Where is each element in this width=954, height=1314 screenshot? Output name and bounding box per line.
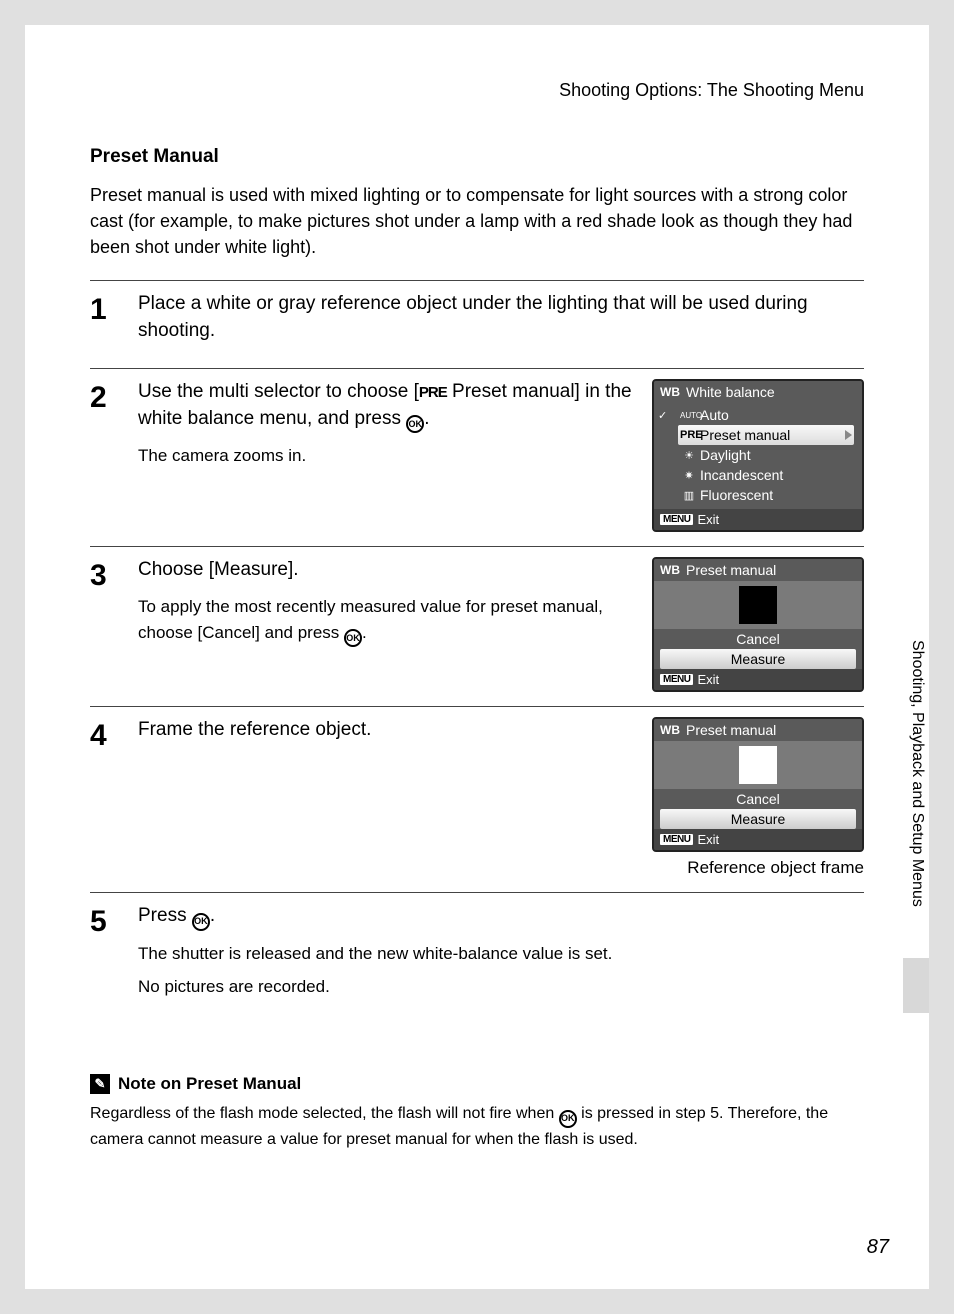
wb-option-fluorescent: ▥Fluorescent	[674, 485, 858, 505]
lcd-footer: MENU Exit	[654, 509, 862, 530]
note-block: ✎ Note on Preset Manual Regardless of th…	[90, 1074, 864, 1152]
lcd-title-row: WB Preset manual	[654, 719, 862, 741]
reference-frame-label: Reference object frame	[652, 858, 864, 878]
wb-option-preset: PREPreset manual	[678, 425, 854, 445]
lcd-preset-measure: WB Preset manual Cancel Measure MENU Exi…	[652, 557, 864, 692]
step-number: 5	[90, 903, 118, 999]
menu-icon: MENU	[660, 514, 693, 525]
step-2-sub: The camera zooms in.	[138, 443, 636, 469]
lcd-title-row: WB White balance	[654, 381, 862, 403]
step-number: 3	[90, 557, 118, 692]
lcd-title-row: WB Preset manual	[654, 559, 862, 581]
step-2: 2 Use the multi selector to choose [PRE …	[90, 368, 864, 546]
side-tab-label: Shooting, Playback and Setup Menus	[908, 640, 926, 907]
page-header: Shooting Options: The Shooting Menu	[90, 80, 864, 101]
cancel-option: Cancel	[660, 629, 856, 649]
page-number: 87	[867, 1236, 889, 1259]
preview-white	[654, 741, 862, 789]
cancel-option: Cancel	[660, 789, 856, 809]
manual-page: Shooting Options: The Shooting Menu Pres…	[25, 25, 929, 1289]
section-title: Preset Manual	[90, 146, 864, 168]
pencil-icon: ✎	[90, 1074, 110, 1094]
wb-option-daylight: ☀Daylight	[674, 445, 858, 465]
wb-icon: WB	[660, 563, 680, 577]
step-5: 5 Press OK. The shutter is released and …	[90, 892, 864, 1013]
lcd-title: Preset manual	[686, 562, 776, 578]
note-title-row: ✎ Note on Preset Manual	[90, 1074, 864, 1094]
step-number: 1	[90, 291, 118, 354]
step-3-text: Choose [Measure].	[138, 557, 636, 584]
intro-paragraph: Preset manual is used with mixed lightin…	[90, 182, 864, 260]
measure-option: Measure	[660, 649, 856, 669]
step-4-text: Frame the reference object.	[138, 717, 636, 744]
step-3-sub: To apply the most recently measured valu…	[138, 594, 636, 647]
lcd-title: White balance	[686, 384, 775, 400]
ok-icon: OK	[559, 1110, 577, 1128]
note-body: Regardless of the flash mode selected, t…	[90, 1102, 864, 1152]
note-title: Note on Preset Manual	[118, 1074, 301, 1094]
step-3: 3 Choose [Measure]. To apply the most re…	[90, 546, 864, 706]
lcd-preset-frame: WB Preset manual Cancel Measure MENU Exi…	[652, 717, 864, 852]
step-5-sub1: The shutter is released and the new whit…	[138, 941, 864, 967]
step-5-sub2: No pictures are recorded.	[138, 974, 864, 1000]
preview-black	[654, 581, 862, 629]
step-1: 1 Place a white or gray reference object…	[90, 280, 864, 368]
step-number: 2	[90, 379, 118, 532]
step-2-text: Use the multi selector to choose [PRE Pr…	[138, 379, 636, 433]
step-number: 4	[90, 717, 118, 878]
step-5-text: Press OK.	[138, 903, 864, 930]
step-4: 4 Frame the reference object. WB Preset …	[90, 706, 864, 892]
lcd-footer: MENU Exit	[654, 829, 862, 850]
ok-icon: OK	[406, 415, 424, 433]
pre-icon: PRE	[419, 384, 447, 401]
step-1-text: Place a white or gray reference object u…	[138, 291, 864, 344]
wb-icon: WB	[660, 385, 680, 399]
wb-option-incandescent: ✷Incandescent	[674, 465, 858, 485]
menu-icon: MENU	[660, 674, 693, 685]
wb-option-auto: ✓AUTOAuto	[674, 405, 858, 425]
menu-icon: MENU	[660, 834, 693, 845]
lcd-title: Preset manual	[686, 722, 776, 738]
ok-icon: OK	[192, 913, 210, 931]
side-tab-marker	[903, 958, 929, 1013]
ok-icon: OK	[344, 629, 362, 647]
lcd-white-balance: WB White balance ✓AUTOAuto PREPreset man…	[652, 379, 864, 532]
wb-icon: WB	[660, 723, 680, 737]
chevron-right-icon	[845, 430, 852, 440]
measure-option: Measure	[660, 809, 856, 829]
lcd-footer: MENU Exit	[654, 669, 862, 690]
